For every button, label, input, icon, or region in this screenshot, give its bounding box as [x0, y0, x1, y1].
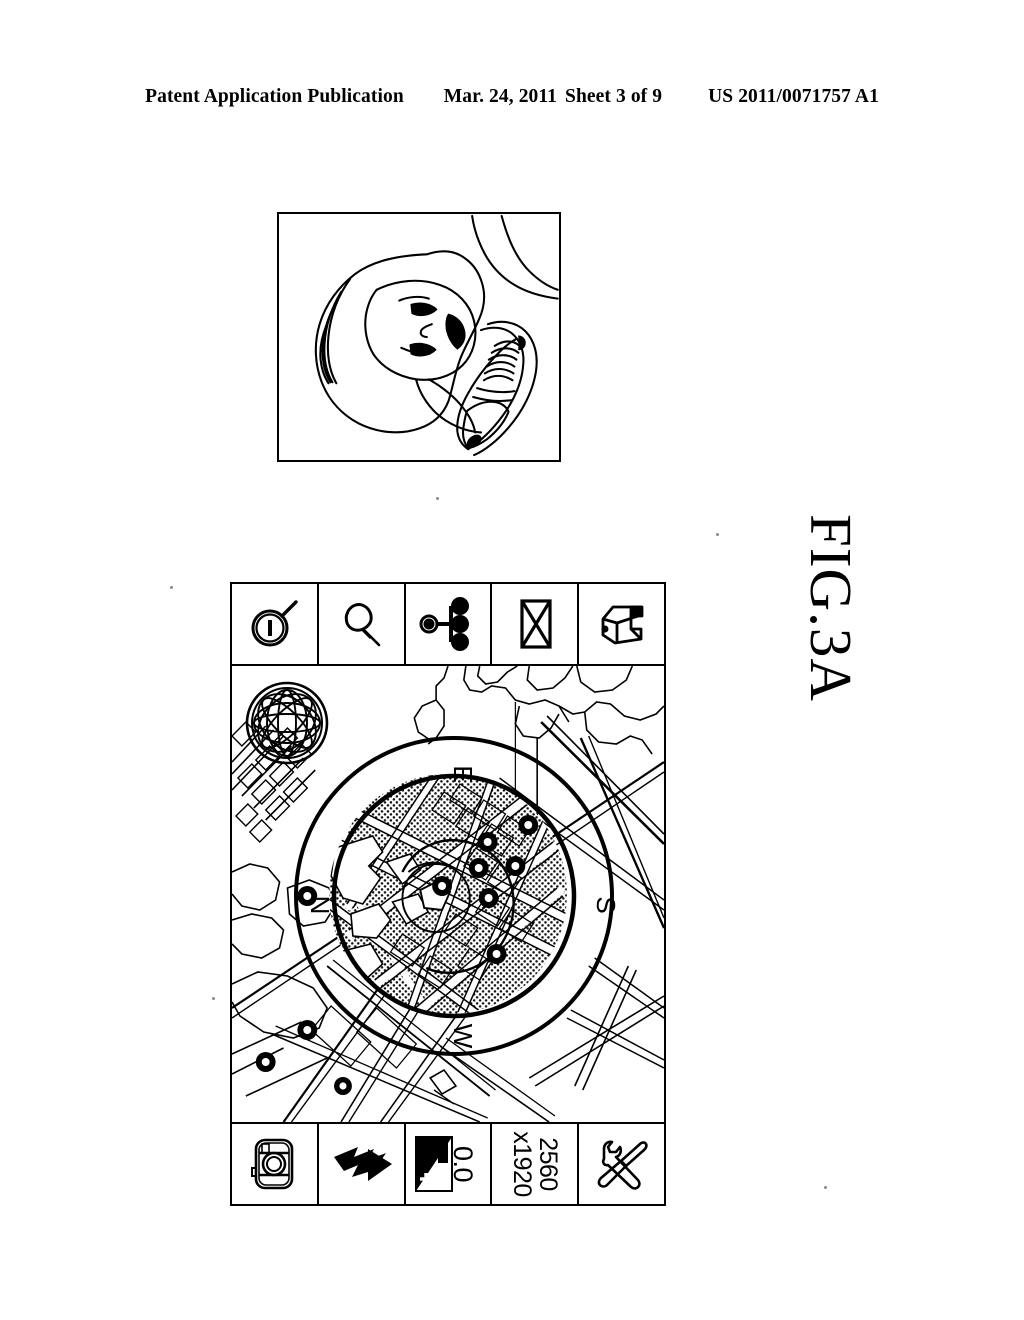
page-speck [436, 497, 439, 500]
compass-label-west: W [448, 1024, 478, 1049]
search-button[interactable] [232, 584, 319, 664]
page-speck [170, 586, 173, 589]
top-toolbar [232, 584, 664, 666]
compass-label-north: N [305, 896, 335, 915]
share-button[interactable] [406, 584, 493, 664]
wrench-screwdriver-icon [593, 1135, 651, 1193]
figure-label: FIG.3A [798, 514, 865, 702]
package-button[interactable] [579, 584, 664, 664]
flash-bolt-icon [328, 1137, 394, 1191]
page-speck [716, 533, 719, 536]
sheet-number: Sheet 3 of 9 [565, 86, 663, 107]
mail-button[interactable] [492, 584, 580, 664]
bottom-toolbar: 0.0 2560 x1920 [232, 1122, 664, 1204]
exposure-value: 0.0 [448, 1145, 479, 1183]
resolution-button[interactable]: 2560 x1920 [492, 1124, 580, 1204]
resolution-width: 2560 [533, 1137, 562, 1191]
pin-button[interactable] [319, 584, 406, 664]
resolution-height: x1920 [507, 1131, 536, 1197]
resolution-value: 2560 x1920 [507, 1131, 562, 1197]
camera-icon [243, 1134, 305, 1194]
patent-header: Patent Application Publication Mar. 24, … [0, 86, 1024, 112]
box-package-icon [591, 595, 653, 653]
map-view[interactable]: E N S W [232, 666, 664, 1122]
person-using-phone-illustration [277, 212, 561, 462]
magnifier-icon [244, 594, 304, 654]
tools-button[interactable] [579, 1124, 664, 1204]
compass-label-south: S [591, 896, 619, 913]
envelope-icon [506, 595, 564, 653]
publication-date: Mar. 24, 2011 [443, 86, 558, 107]
flash-button[interactable] [319, 1124, 406, 1204]
camera-button[interactable] [232, 1124, 319, 1204]
compass-overlay[interactable]: E N S W [289, 731, 619, 1061]
map-pin-icon [331, 594, 391, 654]
publication-label: Patent Application Publication [145, 86, 404, 107]
page-speck [212, 997, 215, 1000]
exposure-button[interactable]: 0.0 [406, 1124, 493, 1204]
compass-label-east: E [448, 765, 478, 782]
page-speck [824, 1186, 827, 1189]
device-screen: E N S W 0.0 2560 x1920 [230, 582, 666, 1206]
share-network-icon [417, 594, 479, 654]
patent-number: US 2011/0071757 A1 [708, 86, 879, 107]
